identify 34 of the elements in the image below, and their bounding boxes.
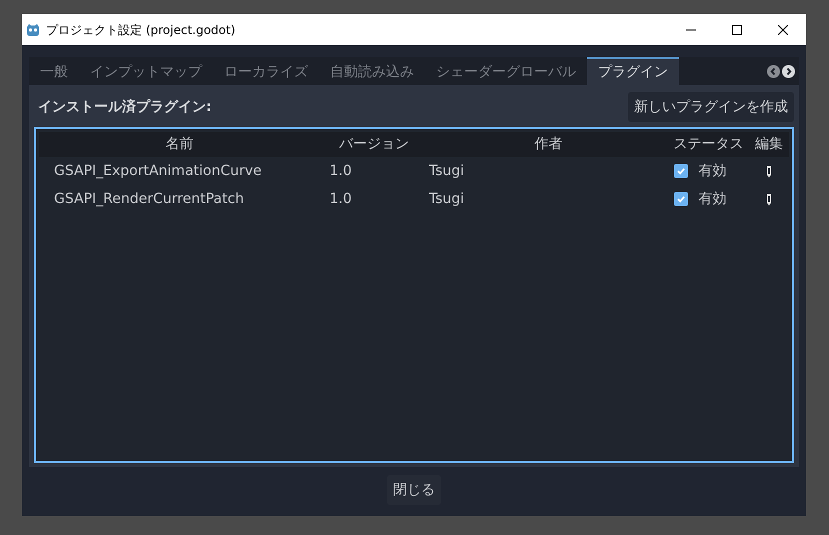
checkmark-icon	[676, 166, 686, 176]
checkmark-icon	[676, 194, 686, 204]
column-header: 名前	[164, 135, 194, 154]
checkbox[interactable]	[674, 164, 688, 178]
scroll-left-icon[interactable]	[767, 64, 780, 78]
edit-icon[interactable]	[766, 164, 772, 178]
status-label: 有効	[698, 190, 727, 208]
table-cell-text: GSAPI_RenderCurrentPatch	[53, 190, 246, 208]
table-cell-text: Tsugi	[428, 162, 466, 180]
tab[interactable]: 自動読み込み	[319, 57, 425, 85]
section-title: インストール済プラグイン:	[37, 98, 212, 116]
status-label: 有効	[698, 162, 727, 180]
tab[interactable]: インプットマップ	[79, 57, 213, 85]
app-logo-icon	[25, 22, 41, 38]
checkbox[interactable]	[674, 192, 688, 206]
table-cell-text: 1.0	[328, 162, 353, 180]
table-cell-text: GSAPI_ExportAnimationCurve	[53, 162, 263, 180]
create-plugin-button[interactable]: 新しいプラグインを作成	[628, 92, 794, 122]
edit-icon[interactable]	[766, 192, 772, 206]
tab[interactable]: ローカライズ	[213, 57, 319, 85]
tab[interactable]: プラグイン	[587, 57, 679, 85]
tab[interactable]: シェーダーグローバル	[425, 57, 587, 85]
scroll-right-icon[interactable]	[782, 64, 795, 78]
column-header: バージョン	[338, 135, 410, 154]
maximize-icon	[732, 24, 742, 34]
table-cell-text: Tsugi	[428, 190, 466, 208]
close-icon	[778, 24, 788, 34]
column-header: 編集	[754, 135, 784, 154]
column-header: ステータス	[672, 135, 744, 154]
table-cell-text: 1.0	[328, 190, 353, 208]
window-title: プロジェクト設定 (project.godot)	[46, 22, 236, 38]
column-header: 作者	[533, 135, 564, 154]
tab[interactable]: 一般	[29, 57, 79, 85]
close-dialog-button[interactable]: 閉じる	[387, 475, 441, 505]
